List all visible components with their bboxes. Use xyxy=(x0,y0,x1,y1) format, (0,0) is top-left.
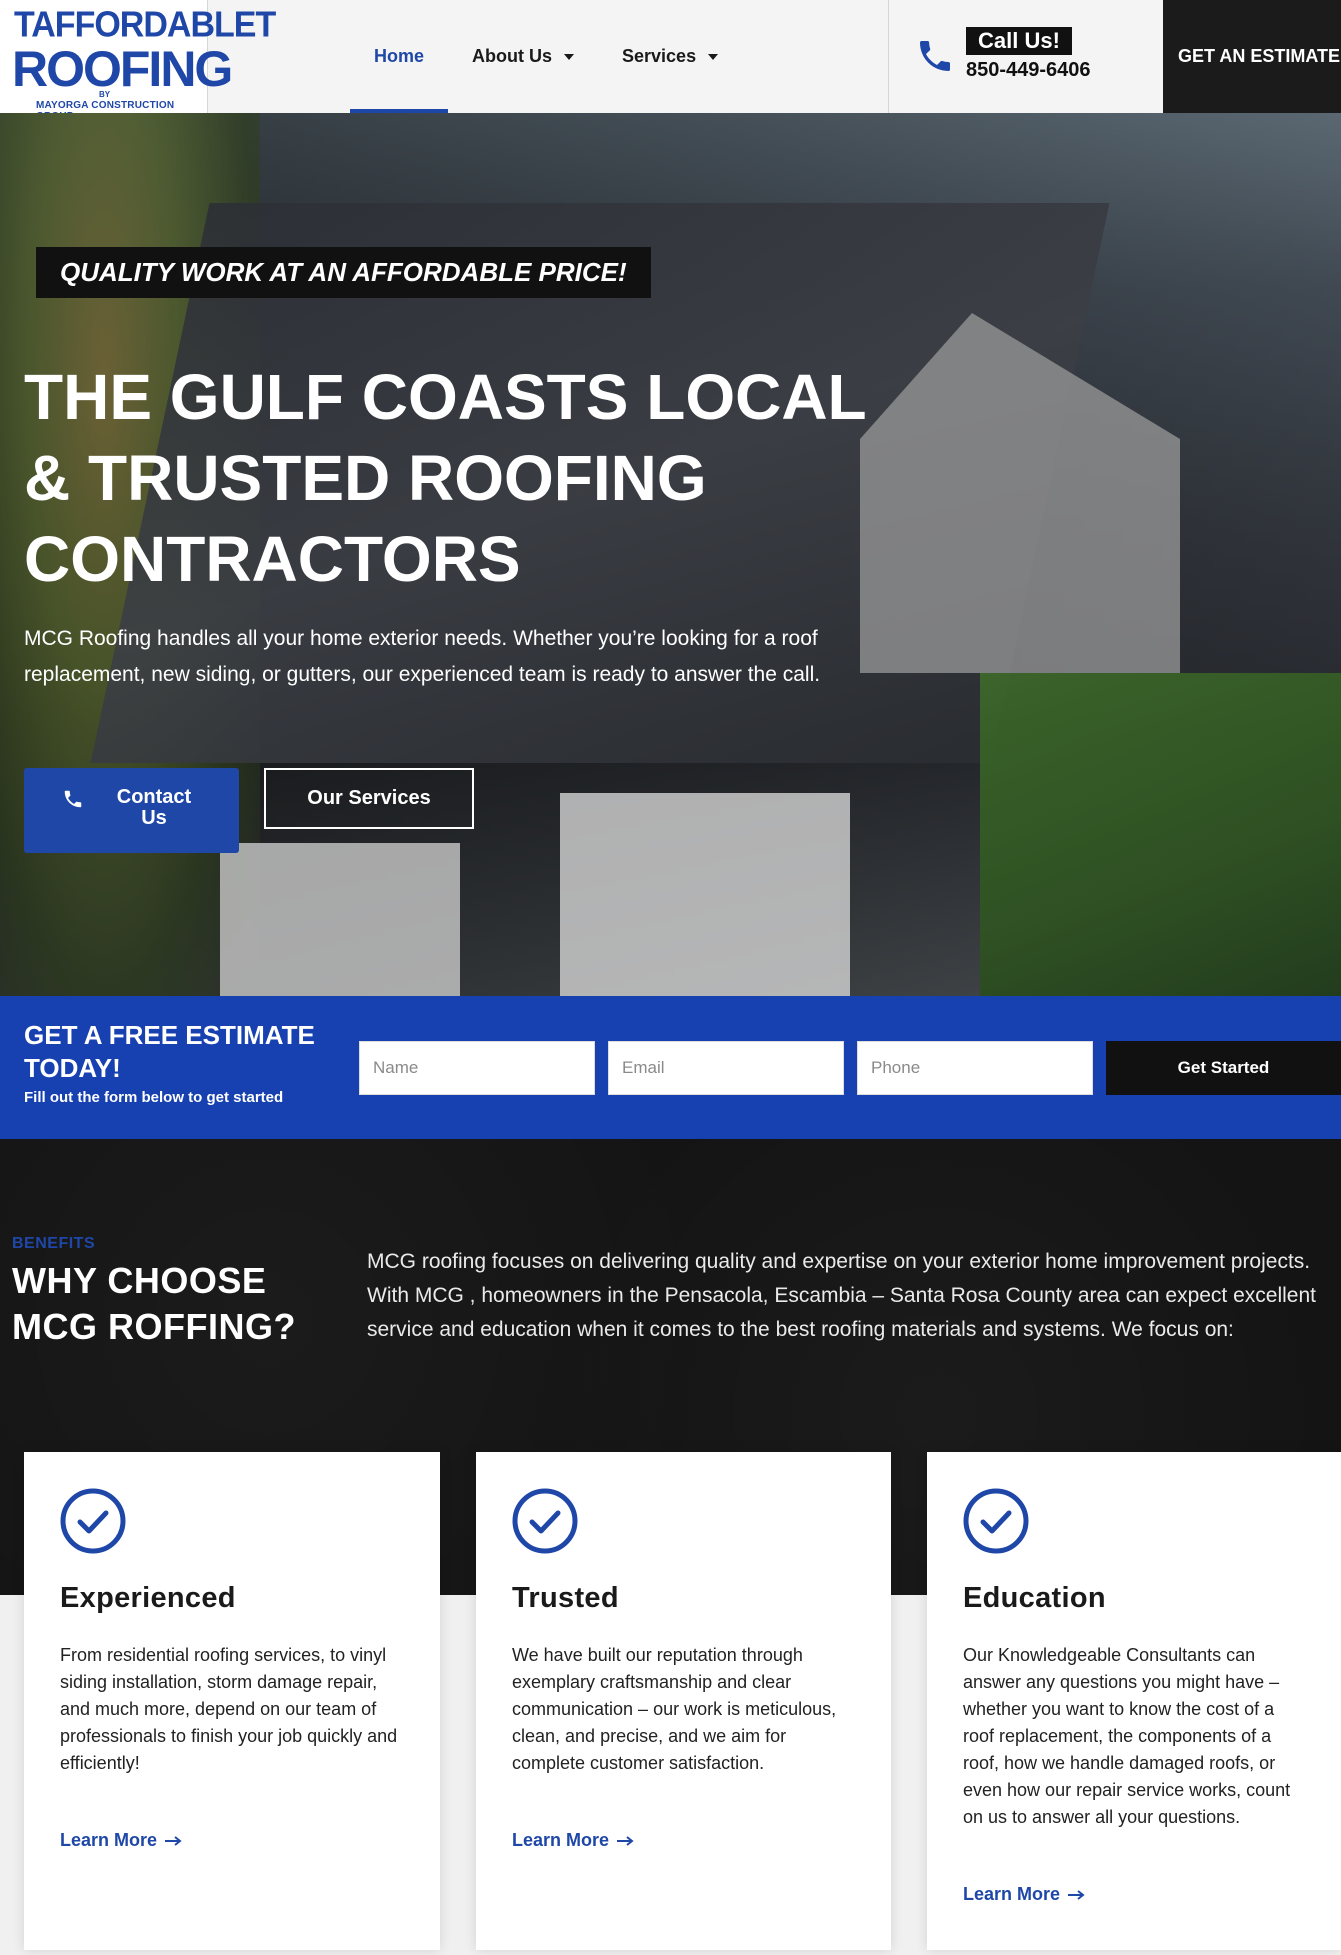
benefit-card-education: Education Our Knowledgeable Consultants … xyxy=(927,1452,1341,1950)
nav-item-home[interactable]: Home xyxy=(350,0,449,113)
email-input[interactable] xyxy=(608,1041,844,1095)
logo-text-roofing: ROOFING xyxy=(12,41,233,97)
site-header: TAFFORDABLET ROOFING BY MAYORGA CONSTRUC… xyxy=(0,0,1341,122)
card-title: Experienced xyxy=(60,1582,236,1614)
benefit-card-trusted: Trusted We have built our reputation thr… xyxy=(476,1452,891,1950)
benefits-text: MCG roofing focuses on delivering qualit… xyxy=(367,1250,1316,1341)
estimate-form-title: GET A FREE ESTIMATE TODAY! xyxy=(24,1020,315,1083)
nav-item-home-label: Home xyxy=(374,46,425,66)
estimate-form-section: GET A FREE ESTIMATE TODAY! Fill out the … xyxy=(0,996,1341,1139)
card-text: Our Knowledgeable Consultants can answer… xyxy=(963,1645,1291,1827)
benefits-eyebrow: BENEFITS xyxy=(12,1235,96,1252)
learn-more-link[interactable]: Learn More xyxy=(60,1830,183,1851)
card-text: We have built our reputation through exe… xyxy=(512,1645,837,1773)
learn-more-label: Learn More xyxy=(60,1830,158,1850)
benefit-card-experienced: Experienced From residential roofing ser… xyxy=(24,1452,440,1950)
hero-subtitle: MCG Roofing handles all your home exteri… xyxy=(24,627,821,686)
chevron-down-icon xyxy=(564,53,575,60)
get-estimate-button[interactable]: GET AN ESTIMATE xyxy=(1163,0,1341,113)
card-title: Trusted xyxy=(512,1582,619,1614)
benefits-title: WHY CHOOSE MCG ROFFING? xyxy=(12,1260,296,1347)
hero-bg-garage-door xyxy=(560,793,850,996)
card-text: From residential roofing services, to vi… xyxy=(60,1645,398,1773)
check-circle-icon xyxy=(963,1488,1029,1554)
nav-item-services-label: Services xyxy=(622,46,697,66)
learn-more-label: Learn More xyxy=(512,1830,610,1850)
phone-input[interactable] xyxy=(857,1041,1093,1095)
site-logo[interactable]: TAFFORDABLET ROOFING BY MAYORGA CONSTRUC… xyxy=(0,0,276,122)
phone-icon xyxy=(920,41,950,71)
phone-number[interactable]: 850-449-6406 xyxy=(966,59,1091,82)
call-us-block[interactable]: Call Us! 850-449-6406 xyxy=(888,0,1163,113)
nav-item-about-label: About Us xyxy=(472,46,553,66)
phone-icon xyxy=(64,790,82,808)
logo-text-by: BY xyxy=(99,90,111,99)
get-started-button[interactable]: Get Started xyxy=(1106,1041,1341,1095)
learn-more-link[interactable]: Learn More xyxy=(963,1884,1086,1905)
learn-more-link[interactable]: Learn More xyxy=(512,1830,635,1851)
hero-tagline: QUALITY WORK AT AN AFFORDABLE PRICE! xyxy=(36,247,651,298)
hero-section: QUALITY WORK AT AN AFFORDABLE PRICE! THE… xyxy=(0,113,1341,996)
our-services-button[interactable]: Our Services xyxy=(264,768,474,829)
contact-us-label: Contact Us xyxy=(116,786,192,829)
chevron-down-icon xyxy=(708,53,719,60)
arrow-right-icon xyxy=(165,1835,182,1846)
arrow-right-icon xyxy=(1068,1889,1085,1900)
nav-item-about[interactable]: About Us xyxy=(448,0,598,113)
card-title: Education xyxy=(963,1582,1106,1614)
hero-title: THE GULF COASTS LOCAL & TRUSTED ROOFING … xyxy=(24,361,866,595)
arrow-right-icon xyxy=(617,1835,634,1846)
name-input[interactable] xyxy=(359,1041,595,1095)
hero-bg-lawn xyxy=(980,673,1341,996)
nav-item-services[interactable]: Services xyxy=(598,0,742,113)
check-circle-icon xyxy=(60,1488,126,1554)
learn-more-label: Learn More xyxy=(963,1884,1061,1904)
estimate-form-subtitle: Fill out the form below to get started xyxy=(24,1089,284,1106)
hero-bg-garage-door xyxy=(220,843,460,996)
contact-us-button[interactable]: Contact Us xyxy=(24,768,239,853)
call-us-label: Call Us! xyxy=(966,27,1072,55)
check-circle-icon xyxy=(512,1488,578,1554)
main-nav: Home About Us Services xyxy=(350,0,742,113)
